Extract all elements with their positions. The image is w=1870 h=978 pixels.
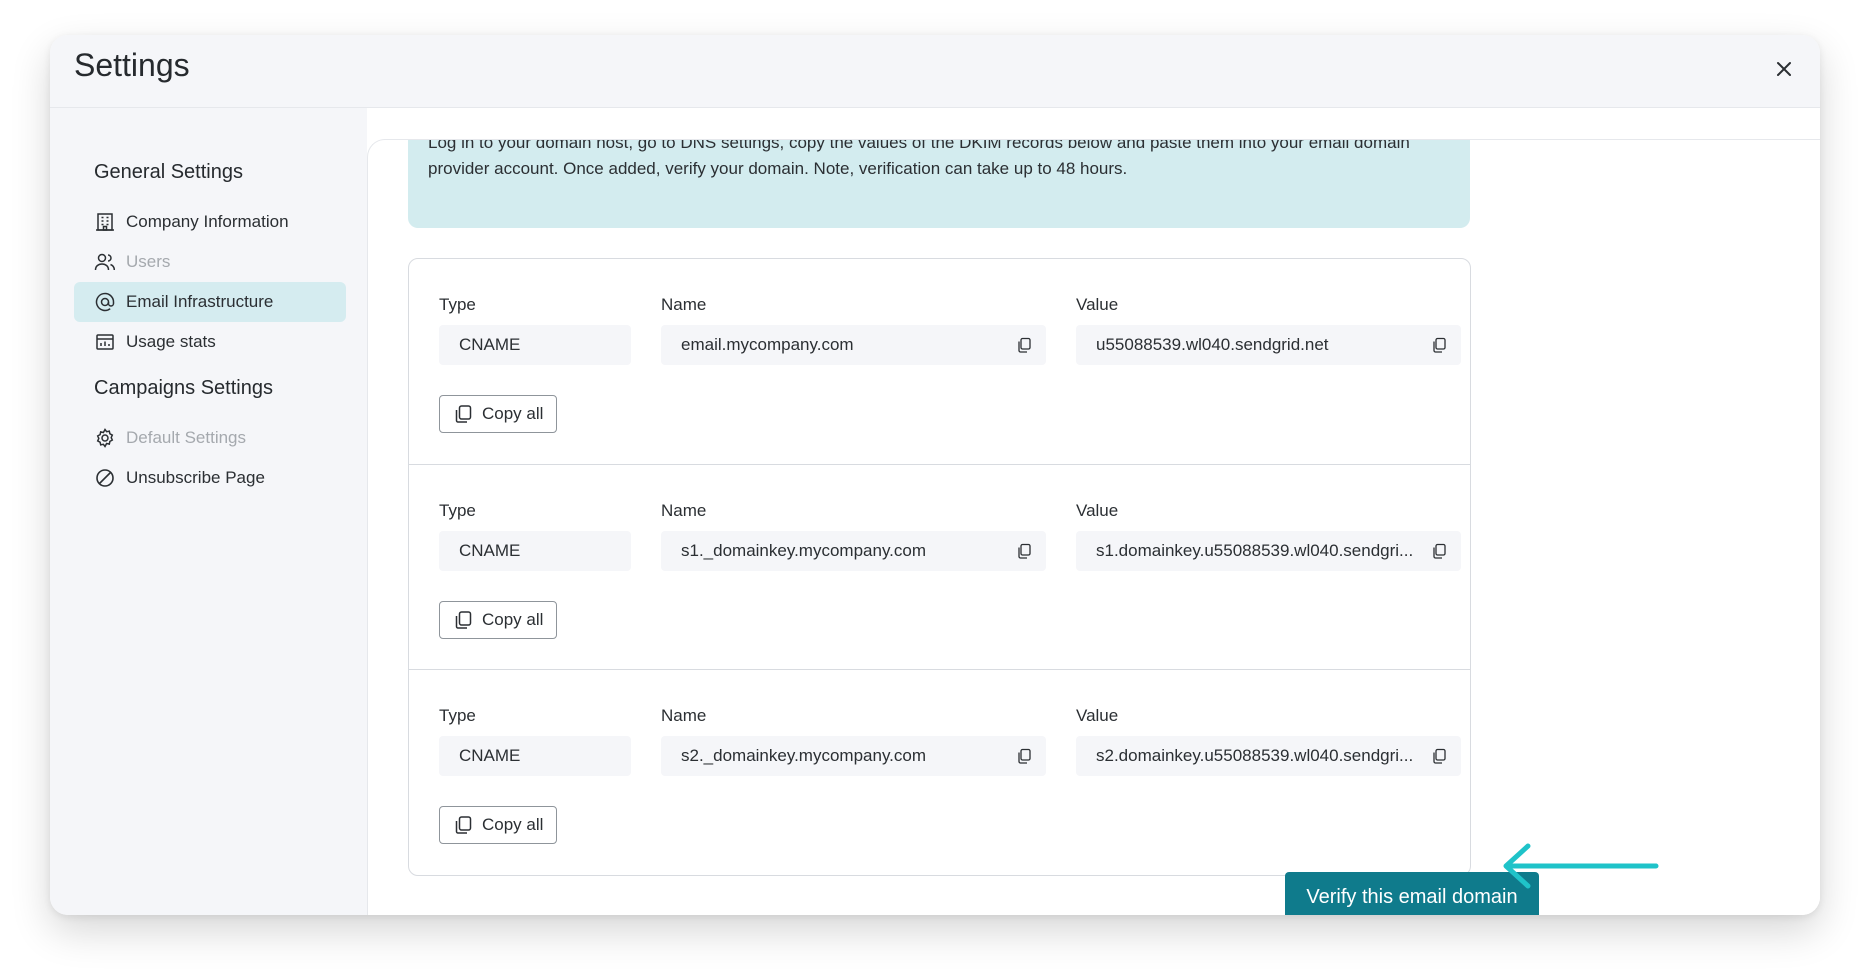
copy-icon <box>452 609 474 631</box>
sidebar-item-label: Users <box>126 252 171 271</box>
page-title: Settings <box>74 47 190 83</box>
copy-name-button[interactable] <box>1012 333 1036 357</box>
value-label: Value <box>1076 501 1119 520</box>
copy-all-button[interactable]: Copy all <box>439 806 557 844</box>
name-label: Name <box>661 295 707 314</box>
notice-text: Log in to your domain host, go to DNS se… <box>428 140 1410 178</box>
type-label: Type <box>439 706 476 725</box>
general-settings-heading: General Settings <box>94 161 243 183</box>
copy-icon <box>452 403 474 425</box>
dkim-instructions-notice: Log in to your domain host, go to DNS se… <box>408 140 1470 228</box>
sidebar-item-default-settings[interactable]: Default Settings <box>74 418 346 458</box>
dns-records-list: Type Name Value CNAME email.mycompany.co… <box>408 258 1471 876</box>
settings-sidebar: General Settings Company Information Use… <box>50 107 367 915</box>
copy-all-label: Copy all <box>482 404 544 423</box>
type-label: Type <box>439 295 476 314</box>
gear-icon <box>94 427 116 449</box>
record-value-field: u55088539.wl040.sendgrid.net <box>1076 325 1461 365</box>
record-name-field: s1._domainkey.mycompany.com <box>661 531 1046 571</box>
settings-window: Settings General Settings Company Inform… <box>50 35 1820 915</box>
record-type-field: CNAME <box>439 736 631 776</box>
title-bar: Settings <box>50 35 1820 108</box>
copy-value-button[interactable] <box>1427 539 1451 563</box>
record-name-field: email.mycompany.com <box>661 325 1046 365</box>
record-value-field: s1.domainkey.u55088539.wl040.sendgri... <box>1076 531 1461 571</box>
arrow-pointer-icon <box>1503 843 1659 889</box>
sidebar-item-usage-stats[interactable]: Usage stats <box>74 322 346 362</box>
sidebar-item-company-information[interactable]: Company Information <box>74 202 346 242</box>
copy-icon <box>1433 543 1446 559</box>
sidebar-item-email-infrastructure[interactable]: Email Infrastructure <box>74 282 346 322</box>
copy-all-button[interactable]: Copy all <box>439 395 557 433</box>
block-icon <box>94 467 116 489</box>
sidebar-item-label: Usage stats <box>126 332 216 351</box>
dns-record: Type Name Value CNAME s1._domainkey.myco… <box>409 464 1470 670</box>
name-label: Name <box>661 706 707 725</box>
copy-all-label: Copy all <box>482 610 544 629</box>
copy-icon <box>1018 748 1031 764</box>
copy-icon <box>1433 748 1446 764</box>
name-label: Name <box>661 501 707 520</box>
close-button[interactable] <box>1766 51 1802 87</box>
record-type-field: CNAME <box>439 325 631 365</box>
record-name-field: s2._domainkey.mycompany.com <box>661 736 1046 776</box>
copy-icon <box>1018 543 1031 559</box>
sidebar-item-label: Email Infrastructure <box>126 292 274 311</box>
at-sign-icon <box>94 291 116 313</box>
value-label: Value <box>1076 295 1119 314</box>
email-infrastructure-panel: Log in to your domain host, go to DNS se… <box>367 139 1820 915</box>
copy-value-button[interactable] <box>1427 333 1451 357</box>
sidebar-item-unsubscribe-page[interactable]: Unsubscribe Page <box>74 458 346 498</box>
sidebar-item-users[interactable]: Users <box>74 242 346 282</box>
users-icon <box>94 251 116 273</box>
sidebar-item-label: Unsubscribe Page <box>126 468 265 487</box>
copy-icon <box>452 814 474 836</box>
dns-record: Type Name Value CNAME email.mycompany.co… <box>409 259 1470 464</box>
copy-value-button[interactable] <box>1427 744 1451 768</box>
copy-name-button[interactable] <box>1012 744 1036 768</box>
value-label: Value <box>1076 706 1119 725</box>
copy-icon <box>1433 337 1446 353</box>
content-area: Log in to your domain host, go to DNS se… <box>367 107 1820 915</box>
copy-all-button[interactable]: Copy all <box>439 601 557 639</box>
record-value-field: s2.domainkey.u55088539.wl040.sendgri... <box>1076 736 1461 776</box>
sidebar-item-label: Company Information <box>126 212 289 231</box>
record-type-field: CNAME <box>439 531 631 571</box>
type-label: Type <box>439 501 476 520</box>
copy-name-button[interactable] <box>1012 539 1036 563</box>
dns-record: Type Name Value CNAME s2._domainkey.myco… <box>409 669 1470 875</box>
building-icon <box>94 211 116 233</box>
copy-icon <box>1018 337 1031 353</box>
stats-icon <box>94 331 116 353</box>
copy-all-label: Copy all <box>482 815 544 834</box>
close-icon <box>1777 62 1791 76</box>
sidebar-item-label: Default Settings <box>126 428 247 447</box>
campaigns-settings-heading: Campaigns Settings <box>94 377 273 399</box>
